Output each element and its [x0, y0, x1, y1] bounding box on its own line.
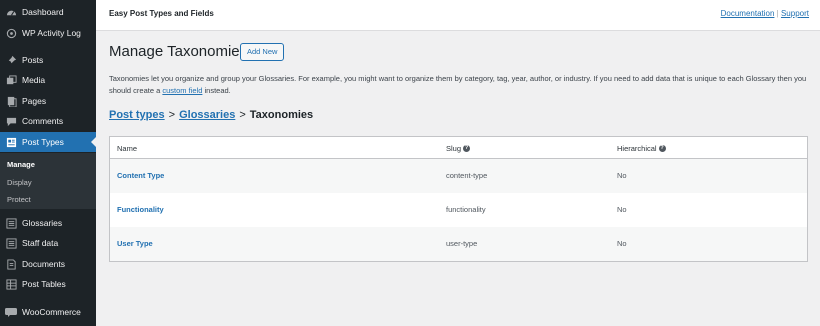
taxonomy-name-link[interactable]: Functionality — [117, 205, 164, 214]
list-icon — [5, 217, 17, 229]
page-title: Manage Taxonomies — [109, 43, 248, 60]
documentation-link[interactable]: Documentation — [721, 9, 775, 18]
table-row: Functionality functionality No — [110, 193, 807, 227]
sidebar-item-woocommerce[interactable]: WooCommerce — [0, 302, 96, 322]
table-header: Name Slug? Hierarchical? — [110, 137, 807, 159]
breadcrumb-glossaries-link[interactable]: Glossaries — [179, 109, 235, 121]
table-icon — [5, 278, 17, 290]
taxonomy-slug: functionality — [446, 205, 486, 214]
sidebar-item-label: Media — [22, 75, 46, 85]
sidebar-item-dashboard[interactable]: Dashboard — [0, 2, 96, 22]
custom-field-link[interactable]: custom field — [162, 86, 202, 95]
taxonomies-table: Name Slug? Hierarchical? Content Type co… — [109, 136, 808, 262]
taxonomy-name-link[interactable]: User Type — [117, 239, 153, 248]
comments-icon — [5, 115, 17, 127]
sidebar-item-label: WP Activity Log — [22, 28, 81, 38]
sidebar-item-label: Comments — [22, 116, 64, 126]
sidebar-item-media[interactable]: Media — [0, 70, 96, 90]
sidebar-item-label: WooCommerce — [22, 307, 81, 317]
taxonomy-hierarchical: No — [617, 205, 627, 214]
link-separator: | — [776, 9, 779, 18]
taxonomy-hierarchical: No — [617, 239, 627, 248]
breadcrumb: Post types > Glossaries > Taxonomies — [109, 109, 313, 121]
menu-separator — [0, 45, 96, 46]
header-links: Documentation | Support — [721, 9, 809, 18]
column-header-label: Name — [117, 144, 138, 153]
sidebar-item-label: Staff data — [22, 238, 59, 248]
sidebar-item-label: Dashboard — [22, 7, 64, 17]
help-icon[interactable]: ? — [658, 145, 666, 152]
taxonomy-name-link[interactable]: Content Type — [117, 171, 164, 180]
submenu-item-manage[interactable]: Manage — [7, 160, 35, 169]
sidebar-item-label: Glossaries — [22, 218, 63, 228]
dashboard-icon — [5, 6, 17, 18]
breadcrumb-separator: > — [168, 109, 176, 121]
sidebar-item-post-types[interactable]: Post Types — [0, 132, 96, 152]
pages-icon — [5, 95, 17, 107]
submenu-item-display[interactable]: Display — [7, 178, 32, 187]
page-description: Taxonomies let you organize and group yo… — [109, 73, 809, 97]
pin-icon — [5, 54, 17, 66]
column-header-hierarchical: Hierarchical? — [617, 144, 666, 153]
breadcrumb-separator: > — [239, 109, 246, 121]
taxonomy-slug: content-type — [446, 171, 488, 180]
sidebar-item-pages[interactable]: Pages — [0, 91, 96, 111]
sidebar-item-label: Post Types — [22, 137, 64, 147]
sidebar-item-label: Documents — [22, 259, 65, 269]
taxonomy-hierarchical: No — [617, 171, 627, 180]
document-icon — [5, 258, 17, 270]
column-header-slug: Slug? — [446, 144, 471, 153]
column-header-name: Name — [117, 144, 137, 153]
sidebar-item-label: Post Tables — [22, 279, 66, 289]
list-icon — [5, 237, 17, 249]
table-row: User Type user-type No — [110, 227, 807, 261]
column-header-label: Slug — [446, 144, 462, 153]
media-icon — [5, 74, 17, 86]
activity-log-icon — [5, 27, 17, 39]
sidebar-item-wp-activity-log[interactable]: WP Activity Log — [0, 23, 96, 43]
sidebar-item-staff-data[interactable]: Staff data — [0, 233, 96, 253]
post-types-icon — [5, 136, 17, 148]
admin-sidebar: Dashboard WP Activity Log Posts Media Pa… — [0, 0, 96, 326]
sidebar-item-label: Posts — [22, 55, 44, 65]
table-row: Content Type content-type No — [110, 159, 807, 193]
plugin-header: Easy Post Types and Fields Documentation… — [96, 0, 820, 31]
description-text-end: instead. — [202, 86, 231, 95]
support-link[interactable]: Support — [781, 9, 809, 18]
sidebar-item-post-tables[interactable]: Post Tables — [0, 274, 96, 294]
sidebar-item-label: Pages — [22, 96, 47, 106]
sidebar-item-documents[interactable]: Documents — [0, 254, 96, 274]
post-types-submenu: Manage Display Protect — [0, 153, 96, 209]
add-new-button[interactable]: Add New — [240, 43, 285, 61]
taxonomy-slug: user-type — [446, 239, 478, 248]
plugin-title: Easy Post Types and Fields — [109, 9, 214, 18]
submenu-item-protect[interactable]: Protect — [7, 195, 31, 204]
breadcrumb-current: Taxonomies — [249, 109, 314, 121]
woocommerce-icon — [5, 306, 17, 318]
sidebar-item-glossaries[interactable]: Glossaries — [0, 213, 96, 233]
breadcrumb-post-types-link[interactable]: Post types — [109, 109, 165, 121]
help-icon[interactable]: ? — [463, 145, 471, 152]
sidebar-item-comments[interactable]: Comments — [0, 111, 96, 131]
column-header-label: Hierarchical — [617, 144, 657, 153]
sidebar-item-posts[interactable]: Posts — [0, 50, 96, 70]
